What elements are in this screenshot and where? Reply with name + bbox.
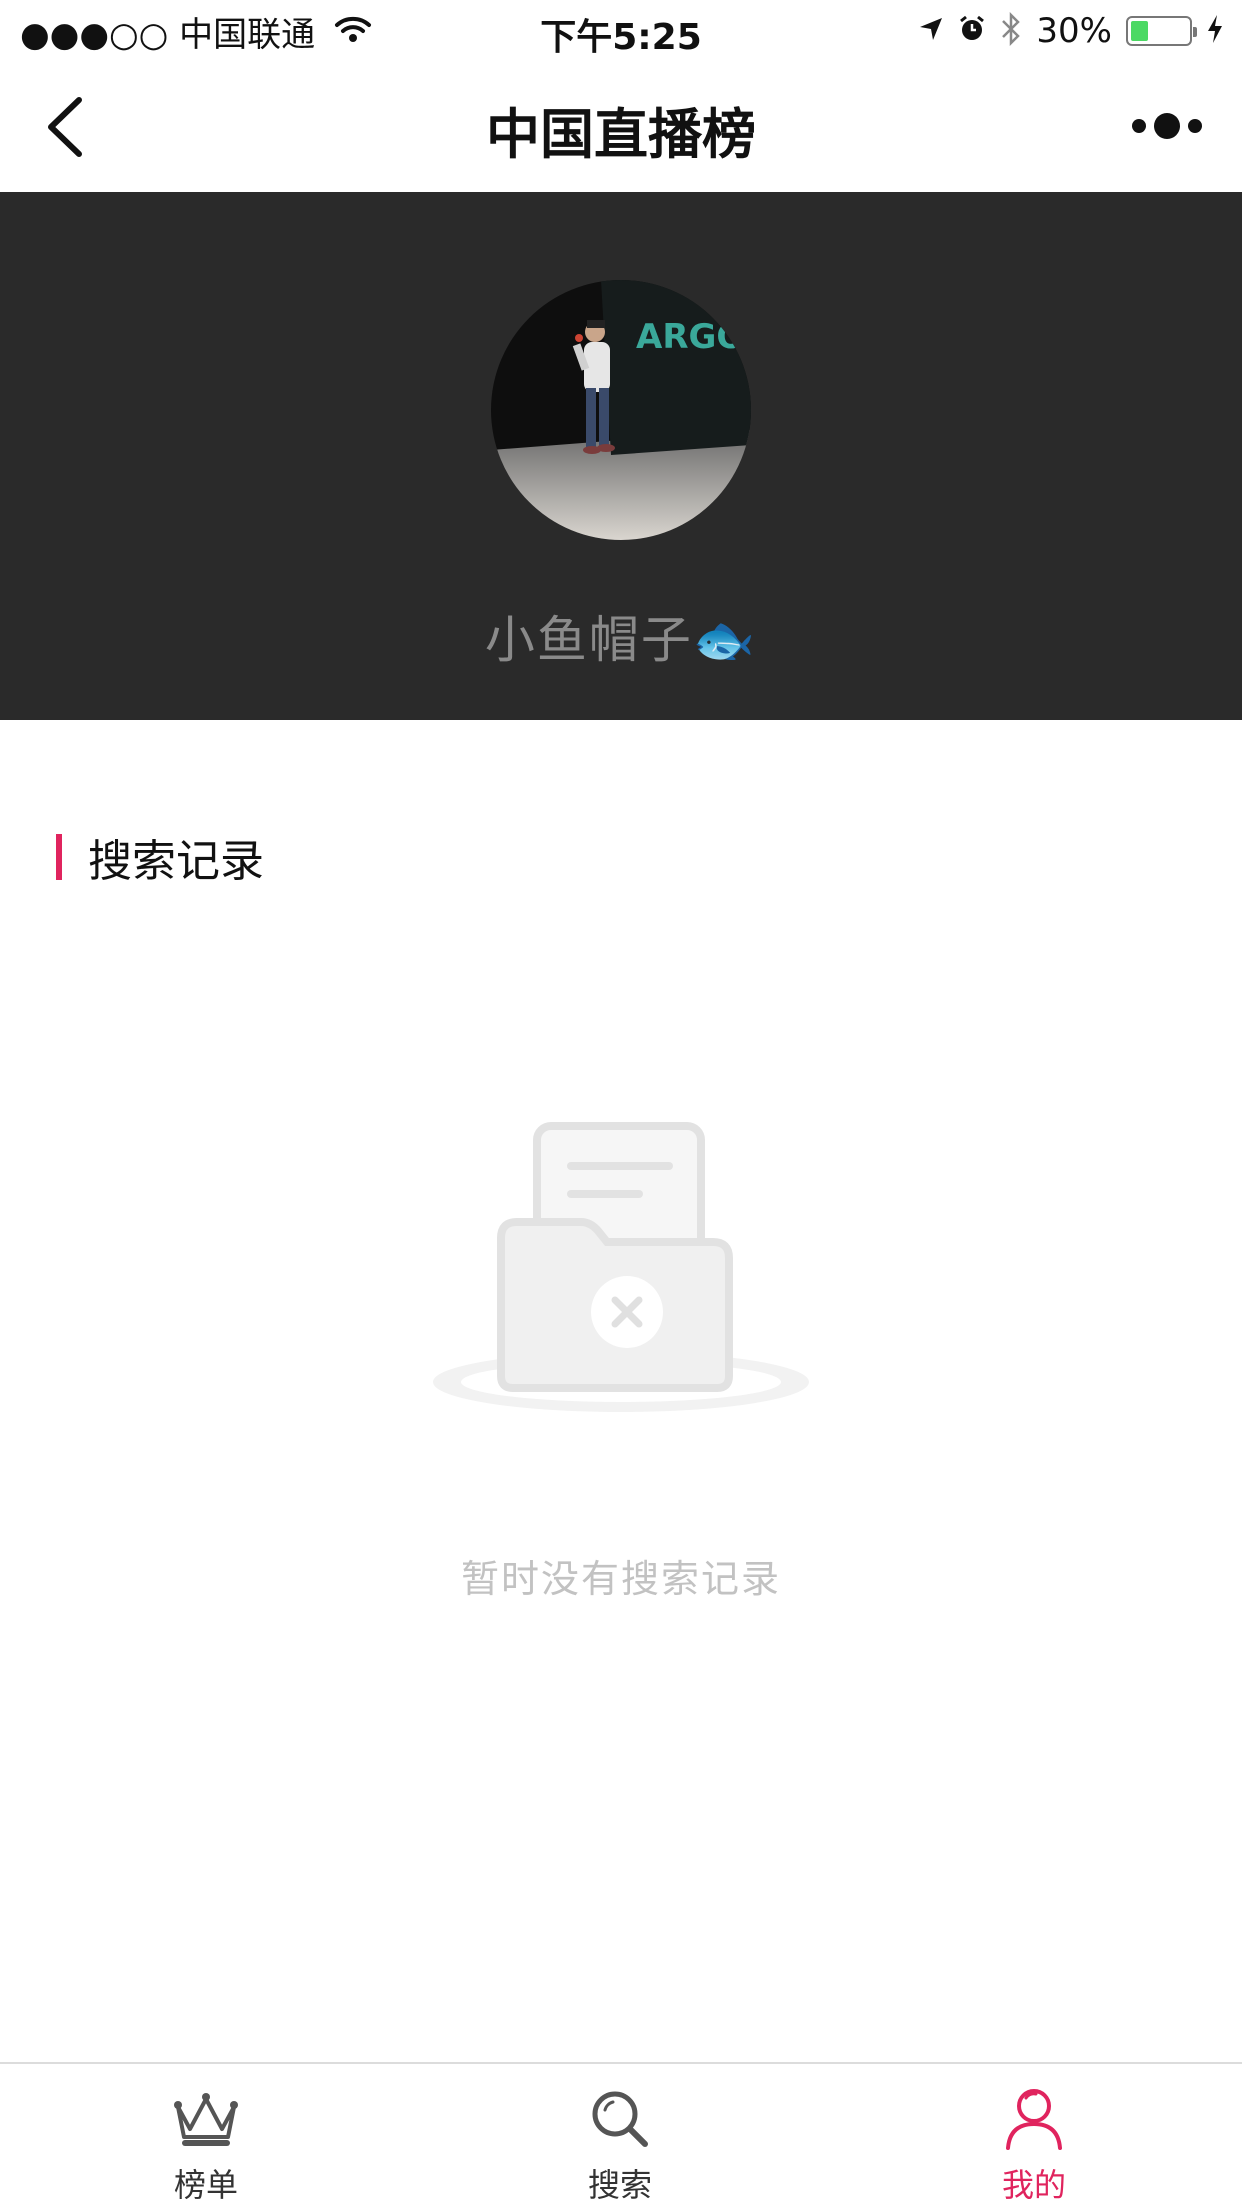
tab-label-search: 搜索 xyxy=(587,2166,652,2204)
search-icon xyxy=(580,2086,660,2152)
status-right: 30% xyxy=(918,10,1224,52)
tab-ranking[interactable]: 榜单 xyxy=(106,2086,306,2206)
more-dots-icon-right xyxy=(1188,119,1202,133)
tab-bar: 榜单 搜索 我的 xyxy=(0,2062,1242,2208)
page-title: 中国直播榜 xyxy=(486,103,756,166)
section-title: 搜索记录 xyxy=(88,836,264,887)
username-text: 小鱼帽子🐟 xyxy=(484,611,758,669)
username: 小鱼帽子🐟 xyxy=(0,600,1242,672)
bluetooth-icon xyxy=(1000,11,1022,50)
avatar[interactable]: ARGO xyxy=(491,280,751,540)
status-bar: ●●●○○ 中国联通 下午5:25 30% xyxy=(0,0,1242,62)
avatar-sign-text: ARGO xyxy=(636,317,745,357)
empty-state-text: 暂时没有搜索记录 xyxy=(460,1557,781,1601)
charging-icon xyxy=(1206,14,1224,48)
search-history-heading: 搜索记录 xyxy=(56,832,264,887)
more-dots-icon-center xyxy=(1154,113,1180,139)
tab-label-mine: 我的 xyxy=(1001,2166,1066,2204)
location-arrow-icon xyxy=(918,16,944,46)
more-dots-icon xyxy=(1132,119,1146,133)
empty-folder-icon xyxy=(431,1120,811,1420)
section-accent-bar xyxy=(56,834,62,880)
more-button[interactable] xyxy=(1132,106,1202,146)
battery-icon xyxy=(1126,16,1197,46)
user-icon xyxy=(994,2086,1074,2152)
battery-percent: 30% xyxy=(1036,11,1112,51)
tab-search[interactable]: 搜索 xyxy=(520,2086,720,2206)
page: ●●●○○ 中国联通 下午5:25 30% 中国直播榜 ARGO 小鱼帽子🐟 搜… xyxy=(0,0,1242,2208)
tab-label-ranking: 榜单 xyxy=(173,2166,238,2204)
alarm-icon xyxy=(958,15,986,47)
nav-bar: 中国直播榜 xyxy=(0,62,1242,192)
battery-level xyxy=(1131,21,1148,41)
crown-icon xyxy=(166,2086,246,2152)
profile-header: ARGO 小鱼帽子🐟 xyxy=(0,192,1242,720)
tab-mine[interactable]: 我的 xyxy=(934,2086,1134,2206)
